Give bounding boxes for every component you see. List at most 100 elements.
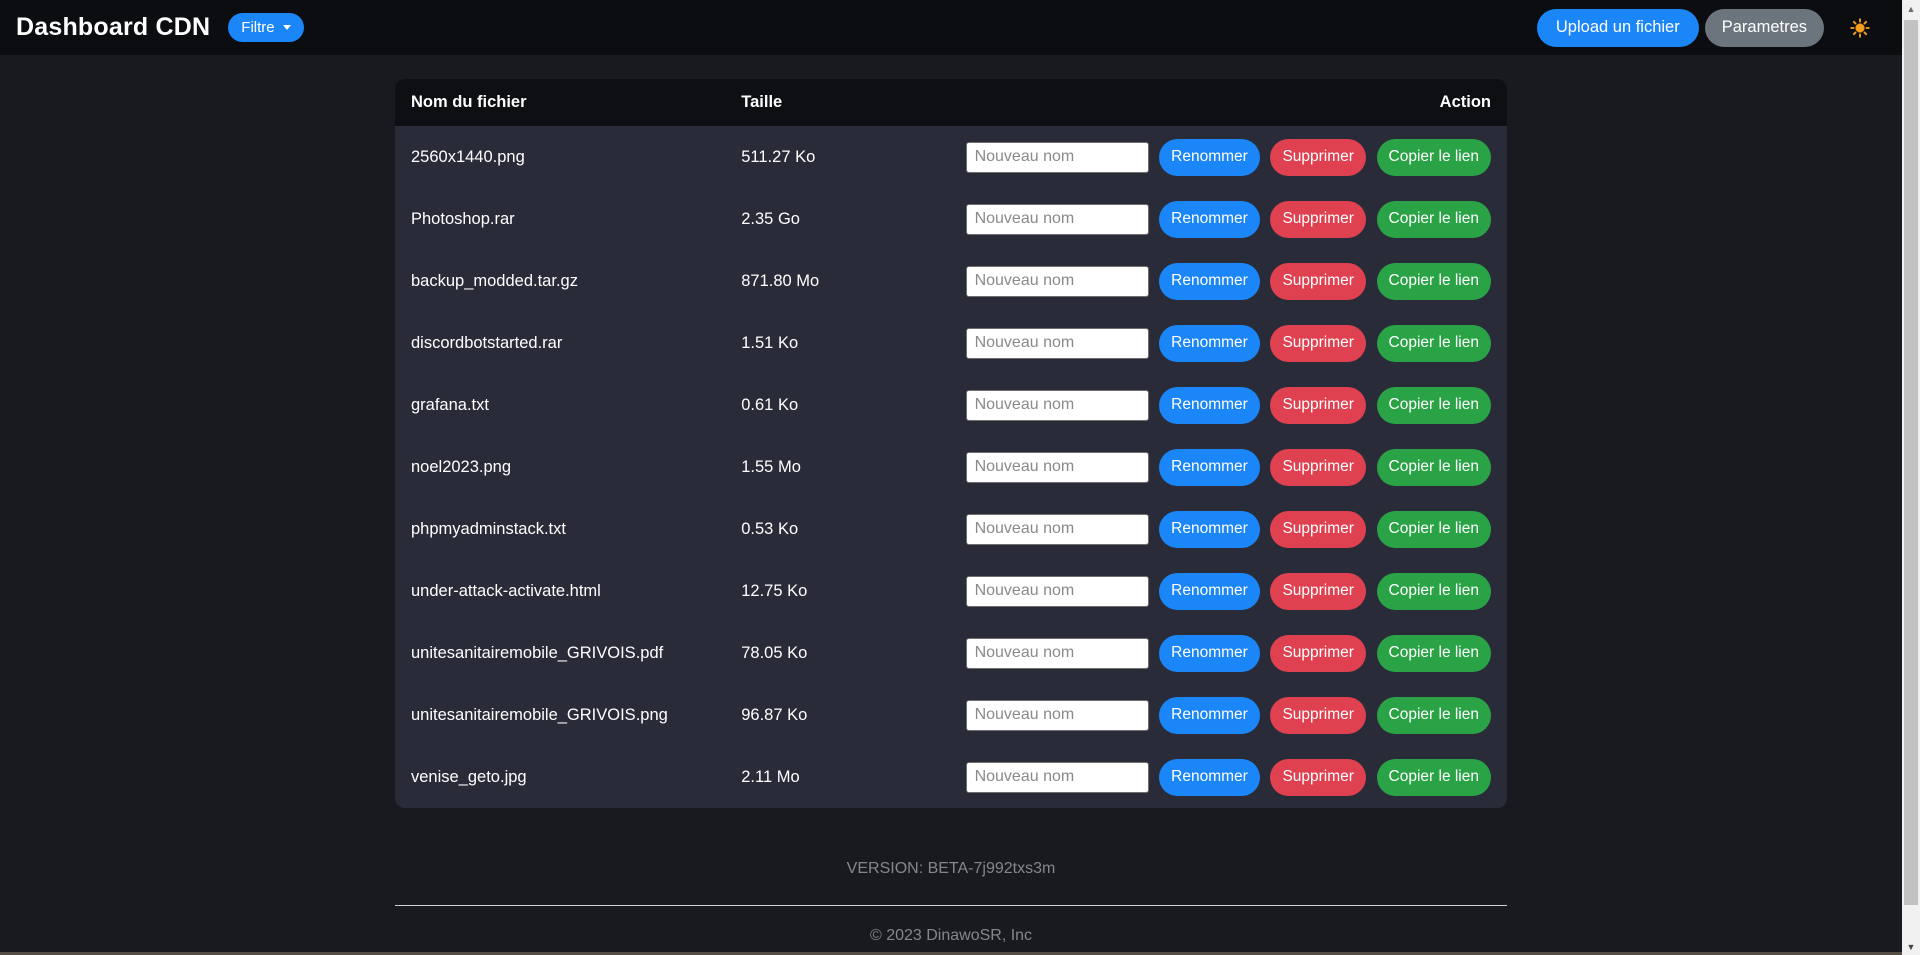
file-size-cell: 0.53 Ko bbox=[725, 498, 949, 560]
delete-button[interactable]: Supprimer bbox=[1270, 325, 1366, 362]
rename-button[interactable]: Renommer bbox=[1159, 263, 1260, 300]
rename-button[interactable]: Renommer bbox=[1159, 201, 1260, 238]
new-name-input[interactable] bbox=[966, 390, 1149, 421]
rename-button[interactable]: Renommer bbox=[1159, 635, 1260, 672]
page-footer: VERSION: BETA-7j992txs3m © 2023 DinawoSR… bbox=[395, 860, 1507, 945]
theme-toggle[interactable] bbox=[1850, 18, 1870, 38]
file-name-cell: under-attack-activate.html bbox=[395, 560, 725, 622]
file-size-cell: 511.27 Ko bbox=[725, 126, 949, 188]
file-size-cell: 1.55 Mo bbox=[725, 436, 949, 498]
copyright-label: © 2023 DinawoSR, Inc bbox=[395, 927, 1507, 945]
copy-link-button[interactable]: Copier le lien bbox=[1377, 387, 1491, 424]
file-name-cell: grafana.txt bbox=[395, 374, 725, 436]
copy-link-button[interactable]: Copier le lien bbox=[1377, 325, 1491, 362]
scroll-up-arrow-icon[interactable]: ▲ bbox=[1902, 0, 1920, 17]
file-size-cell: 78.05 Ko bbox=[725, 622, 949, 684]
delete-button[interactable]: Supprimer bbox=[1270, 201, 1366, 238]
delete-button[interactable]: Supprimer bbox=[1270, 511, 1366, 548]
copy-link-button[interactable]: Copier le lien bbox=[1377, 449, 1491, 486]
rename-button[interactable]: Renommer bbox=[1159, 511, 1260, 548]
rename-button[interactable]: Renommer bbox=[1159, 325, 1260, 362]
column-header-action: Action bbox=[950, 79, 1507, 126]
new-name-input[interactable] bbox=[966, 204, 1149, 235]
delete-button[interactable]: Supprimer bbox=[1270, 387, 1366, 424]
file-size-cell: 96.87 Ko bbox=[725, 684, 949, 746]
copy-link-button[interactable]: Copier le lien bbox=[1377, 697, 1491, 734]
footer-divider bbox=[395, 905, 1507, 906]
copy-link-button[interactable]: Copier le lien bbox=[1377, 201, 1491, 238]
file-action-cell: Renommer Supprimer Copier le lien bbox=[950, 312, 1507, 374]
table-row: backup_modded.tar.gz 871.80 Mo Renommer … bbox=[395, 250, 1507, 312]
delete-button[interactable]: Supprimer bbox=[1270, 139, 1366, 176]
page-main: Nom du fichier Taille Action 2560x1440.p… bbox=[0, 79, 1902, 945]
delete-button[interactable]: Supprimer bbox=[1270, 449, 1366, 486]
copy-link-button[interactable]: Copier le lien bbox=[1377, 573, 1491, 610]
file-action-cell: Renommer Supprimer Copier le lien bbox=[950, 622, 1507, 684]
new-name-input[interactable] bbox=[966, 266, 1149, 297]
rename-button[interactable]: Renommer bbox=[1159, 759, 1260, 796]
rename-button[interactable]: Renommer bbox=[1159, 139, 1260, 176]
new-name-input[interactable] bbox=[966, 452, 1149, 483]
column-header-name: Nom du fichier bbox=[395, 79, 725, 126]
app-title: Dashboard CDN bbox=[16, 13, 210, 42]
rename-button[interactable]: Renommer bbox=[1159, 697, 1260, 734]
table-row: under-attack-activate.html 12.75 Ko Reno… bbox=[395, 560, 1507, 622]
file-name-cell: venise_geto.jpg bbox=[395, 746, 725, 808]
scroll-down-arrow-icon[interactable]: ▼ bbox=[1902, 938, 1920, 955]
file-size-cell: 0.61 Ko bbox=[725, 374, 949, 436]
file-name-cell: unitesanitairemobile_GRIVOIS.png bbox=[395, 684, 725, 746]
filter-dropdown-label: Filtre bbox=[241, 19, 274, 36]
table-row: unitesanitairemobile_GRIVOIS.pdf 78.05 K… bbox=[395, 622, 1507, 684]
table-row: phpmyadminstack.txt 0.53 Ko Renommer Sup… bbox=[395, 498, 1507, 560]
delete-button[interactable]: Supprimer bbox=[1270, 759, 1366, 796]
table-row: venise_geto.jpg 2.11 Mo Renommer Supprim… bbox=[395, 746, 1507, 808]
delete-button[interactable]: Supprimer bbox=[1270, 635, 1366, 672]
delete-button[interactable]: Supprimer bbox=[1270, 697, 1366, 734]
new-name-input[interactable] bbox=[966, 762, 1149, 793]
copy-link-button[interactable]: Copier le lien bbox=[1377, 263, 1491, 300]
rename-button[interactable]: Renommer bbox=[1159, 387, 1260, 424]
copy-link-button[interactable]: Copier le lien bbox=[1377, 139, 1491, 176]
file-size-cell: 2.11 Mo bbox=[725, 746, 949, 808]
settings-button[interactable]: Parametres bbox=[1705, 9, 1824, 47]
file-action-cell: Renommer Supprimer Copier le lien bbox=[950, 374, 1507, 436]
file-table: Nom du fichier Taille Action 2560x1440.p… bbox=[395, 79, 1507, 808]
upload-file-button[interactable]: Upload un fichier bbox=[1537, 9, 1699, 47]
file-action-cell: Renommer Supprimer Copier le lien bbox=[950, 746, 1507, 808]
copy-link-button[interactable]: Copier le lien bbox=[1377, 635, 1491, 672]
table-header-row: Nom du fichier Taille Action bbox=[395, 79, 1507, 126]
file-size-cell: 12.75 Ko bbox=[725, 560, 949, 622]
file-name-cell: unitesanitairemobile_GRIVOIS.pdf bbox=[395, 622, 725, 684]
rename-button[interactable]: Renommer bbox=[1159, 573, 1260, 610]
navbar-actions: Upload un fichier Parametres bbox=[1537, 9, 1886, 47]
chevron-down-icon bbox=[283, 25, 291, 30]
scrollbar-thumb[interactable] bbox=[1904, 20, 1918, 905]
new-name-input[interactable] bbox=[966, 576, 1149, 607]
navbar: Dashboard CDN Filtre Upload un fichier P… bbox=[0, 0, 1902, 55]
file-action-cell: Renommer Supprimer Copier le lien bbox=[950, 684, 1507, 746]
file-action-cell: Renommer Supprimer Copier le lien bbox=[950, 126, 1507, 188]
file-name-cell: backup_modded.tar.gz bbox=[395, 250, 725, 312]
table-row: grafana.txt 0.61 Ko Renommer Supprimer C… bbox=[395, 374, 1507, 436]
filter-dropdown-button[interactable]: Filtre bbox=[228, 13, 303, 42]
file-action-cell: Renommer Supprimer Copier le lien bbox=[950, 250, 1507, 312]
new-name-input[interactable] bbox=[966, 328, 1149, 359]
sun-icon bbox=[1850, 18, 1870, 38]
new-name-input[interactable] bbox=[966, 514, 1149, 545]
delete-button[interactable]: Supprimer bbox=[1270, 263, 1366, 300]
column-header-size: Taille bbox=[725, 79, 949, 126]
file-size-cell: 2.35 Go bbox=[725, 188, 949, 250]
new-name-input[interactable] bbox=[966, 638, 1149, 669]
table-row: Photoshop.rar 2.35 Go Renommer Supprimer… bbox=[395, 188, 1507, 250]
new-name-input[interactable] bbox=[966, 700, 1149, 731]
file-table-card: Nom du fichier Taille Action 2560x1440.p… bbox=[395, 79, 1507, 808]
copy-link-button[interactable]: Copier le lien bbox=[1377, 511, 1491, 548]
rename-button[interactable]: Renommer bbox=[1159, 449, 1260, 486]
table-row: discordbotstarted.rar 1.51 Ko Renommer S… bbox=[395, 312, 1507, 374]
vertical-scrollbar[interactable]: ▲ ▼ bbox=[1902, 0, 1920, 955]
copy-link-button[interactable]: Copier le lien bbox=[1377, 759, 1491, 796]
file-name-cell: noel2023.png bbox=[395, 436, 725, 498]
new-name-input[interactable] bbox=[966, 142, 1149, 173]
file-action-cell: Renommer Supprimer Copier le lien bbox=[950, 498, 1507, 560]
delete-button[interactable]: Supprimer bbox=[1270, 573, 1366, 610]
